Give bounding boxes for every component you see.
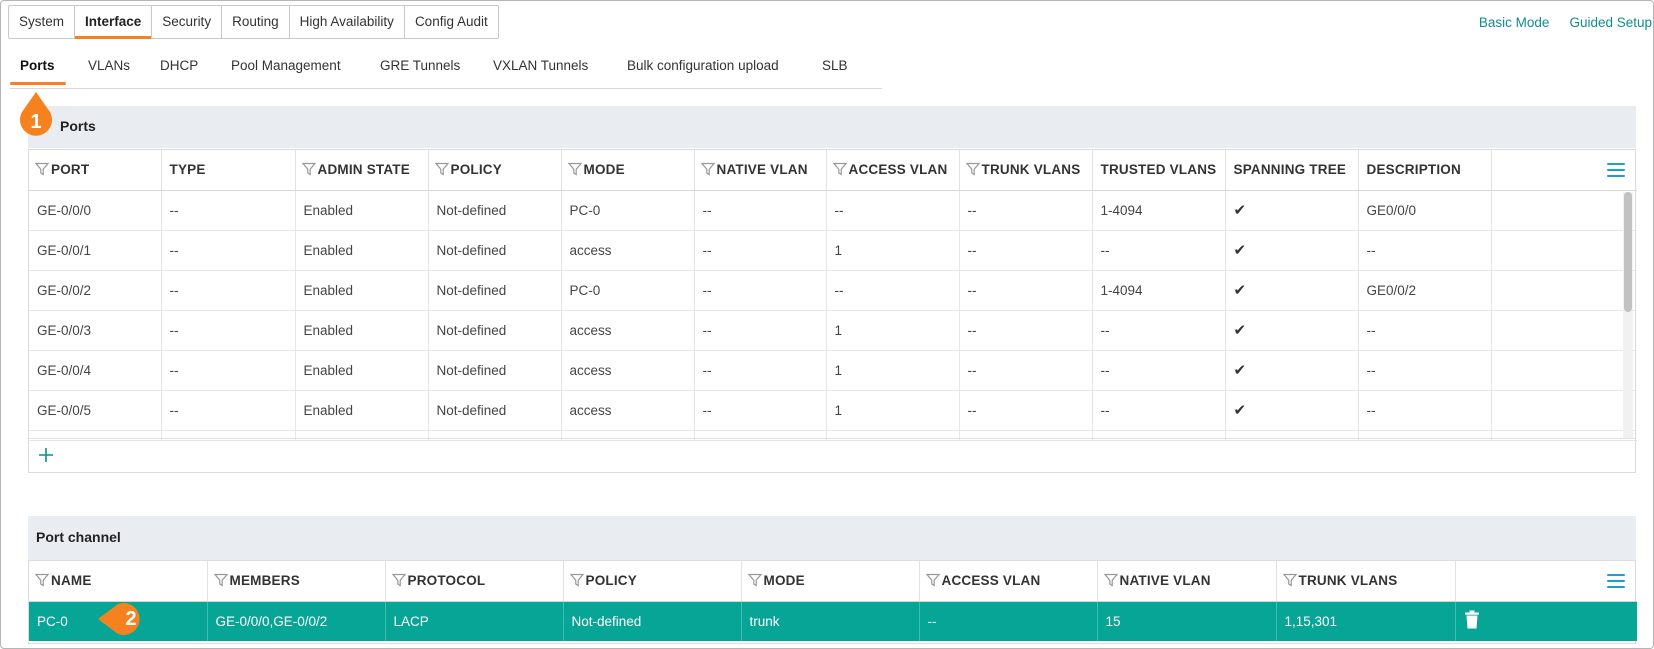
table-row-selected[interactable]: PC-0 GE-0/0/0,GE-0/0/2 LACP Not-defined … [29,601,1637,641]
filter-icon[interactable] [434,162,449,176]
check-icon: ✔ [1225,350,1359,391]
scrollbar-thumb[interactable] [1624,192,1632,312]
guided-setup-link[interactable]: Guided Setup [1569,15,1652,30]
trash-icon[interactable] [1464,610,1480,629]
col-pc-policy[interactable]: POLICY [563,561,742,602]
col-type[interactable]: TYPE [161,150,296,191]
table-row[interactable]: GE-0/0/1 -- Enabled Not-defined access -- 1 -- -… [29,230,1637,271]
filter-icon[interactable] [965,162,980,176]
port-channel-grid: NAME MEMBERS PROTOCOL POLICY MODE ACCESS… [29,561,1637,641]
tab-routing[interactable]: Routing [222,6,290,38]
subtab-dhcp[interactable]: DHCP [160,58,198,73]
col-pc-mode[interactable]: MODE [741,561,920,602]
subtab-vxlan-tunnels[interactable]: VXLAN Tunnels [493,58,588,73]
column-menu-icon[interactable] [1607,163,1625,177]
callout-shape [98,603,140,635]
tab-high-availability[interactable]: High Availability [290,6,405,38]
filter-icon[interactable] [1282,573,1297,587]
check-icon: ✔ [1225,230,1359,271]
filter-icon[interactable] [1103,573,1118,587]
check-icon: ✔ [1225,190,1359,231]
col-port[interactable]: PORT [29,150,162,191]
header-links: Basic Mode Guided Setup [1479,15,1654,30]
col-policy[interactable]: POLICY [428,150,562,191]
subtab-ports[interactable]: Ports [20,58,55,73]
col-trunk-vlans[interactable]: TRUNK VLANS [959,150,1093,191]
subtab-pool-management[interactable]: Pool Management [231,58,341,73]
col-spanning-tree[interactable]: SPANNING TREE [1225,150,1359,191]
col-trusted-vlans[interactable]: TRUSTED VLANS [1092,150,1226,191]
filter-icon[interactable] [213,573,228,587]
filter-icon[interactable] [567,162,582,176]
subtab-vlans[interactable]: VLANs [88,58,130,73]
table-row[interactable]: GE-0/0/3 -- Enabled Not-defined access -- 1 -- -… [29,310,1637,351]
port-channel-table: NAME MEMBERS PROTOCOL POLICY MODE ACCESS… [28,560,1637,644]
check-icon: ✔ [1225,310,1359,351]
ports-section-title: Ports [28,106,1636,148]
active-subtab-indicator [10,82,66,85]
check-icon: ✔ [1225,390,1359,431]
col-native-vlan[interactable]: NATIVE VLAN [694,150,827,191]
table-row[interactable]: GE-0/0/5 -- Enabled Not-defined access -- 1 -- -… [29,390,1637,431]
tab-interface[interactable]: Interface [75,6,153,39]
vertical-scrollbar[interactable] [1623,192,1633,438]
column-menu-icon[interactable] [1607,574,1625,588]
tab-security[interactable]: Security [152,6,223,38]
top-tab-bar: System Interface Security Routing High A… [8,5,499,39]
filter-icon[interactable] [35,162,49,176]
ports-grid: PORT TYPE ADMIN STATE POLICY MODE NATIVE… [29,150,1637,441]
subtab-slb[interactable]: SLB [822,58,848,73]
table-row[interactable]: GE-0/0/0 -- Enabled Not-defined PC-0 -- -- -- 1-… [29,190,1637,231]
basic-mode-link[interactable]: Basic Mode [1479,15,1550,30]
filter-icon[interactable] [700,162,715,176]
col-name[interactable]: NAME [29,561,208,602]
filter-icon[interactable] [391,573,406,587]
subtab-bulk-configuration-upload[interactable]: Bulk configuration upload [627,58,779,73]
subtab-gre-tunnels[interactable]: GRE Tunnels [380,58,460,73]
port-channel-header-row: NAME MEMBERS PROTOCOL POLICY MODE ACCESS… [29,561,1637,602]
callout-badge-2: 2 [96,601,150,637]
ports-table: PORT TYPE ADMIN STATE POLICY MODE NATIVE… [28,149,1637,473]
check-icon: ✔ [1225,270,1359,311]
col-protocol[interactable]: PROTOCOL [385,561,564,602]
tab-config-audit[interactable]: Config Audit [405,6,498,38]
ports-header-row: PORT TYPE ADMIN STATE POLICY MODE NATIVE… [29,150,1637,191]
filter-icon[interactable] [569,573,584,587]
plus-icon[interactable] [37,446,55,464]
sub-tab-bar: Ports VLANs DHCP Pool Management GRE Tun… [10,48,882,89]
col-pc-access-vlan[interactable]: ACCESS VLAN [919,561,1098,602]
col-pc-native-vlan[interactable]: NATIVE VLAN [1097,561,1277,602]
add-row-bar [29,438,1635,472]
col-mode[interactable]: MODE [561,150,695,191]
filter-icon[interactable] [301,162,316,176]
col-pc-trunk-vlans[interactable]: TRUNK VLANS [1276,561,1456,602]
col-description[interactable]: DESCRIPTION [1358,150,1492,191]
callout-badge-1: 1 [14,90,58,140]
filter-icon[interactable] [747,573,762,587]
port-channel-section-title: Port channel [28,516,1636,560]
filter-icon[interactable] [35,573,49,587]
filter-icon[interactable] [832,162,847,176]
tab-system[interactable]: System [9,6,76,38]
table-row[interactable]: GE-0/0/4 -- Enabled Not-defined access -- 1 -- -… [29,350,1637,391]
table-row[interactable]: GE-0/0/2 -- Enabled Not-defined PC-0 -- -- -- 1-… [29,270,1637,311]
filter-icon[interactable] [925,573,940,587]
col-admin-state[interactable]: ADMIN STATE [295,150,429,191]
col-members[interactable]: MEMBERS [207,561,386,602]
col-access-vlan[interactable]: ACCESS VLAN [826,150,960,191]
